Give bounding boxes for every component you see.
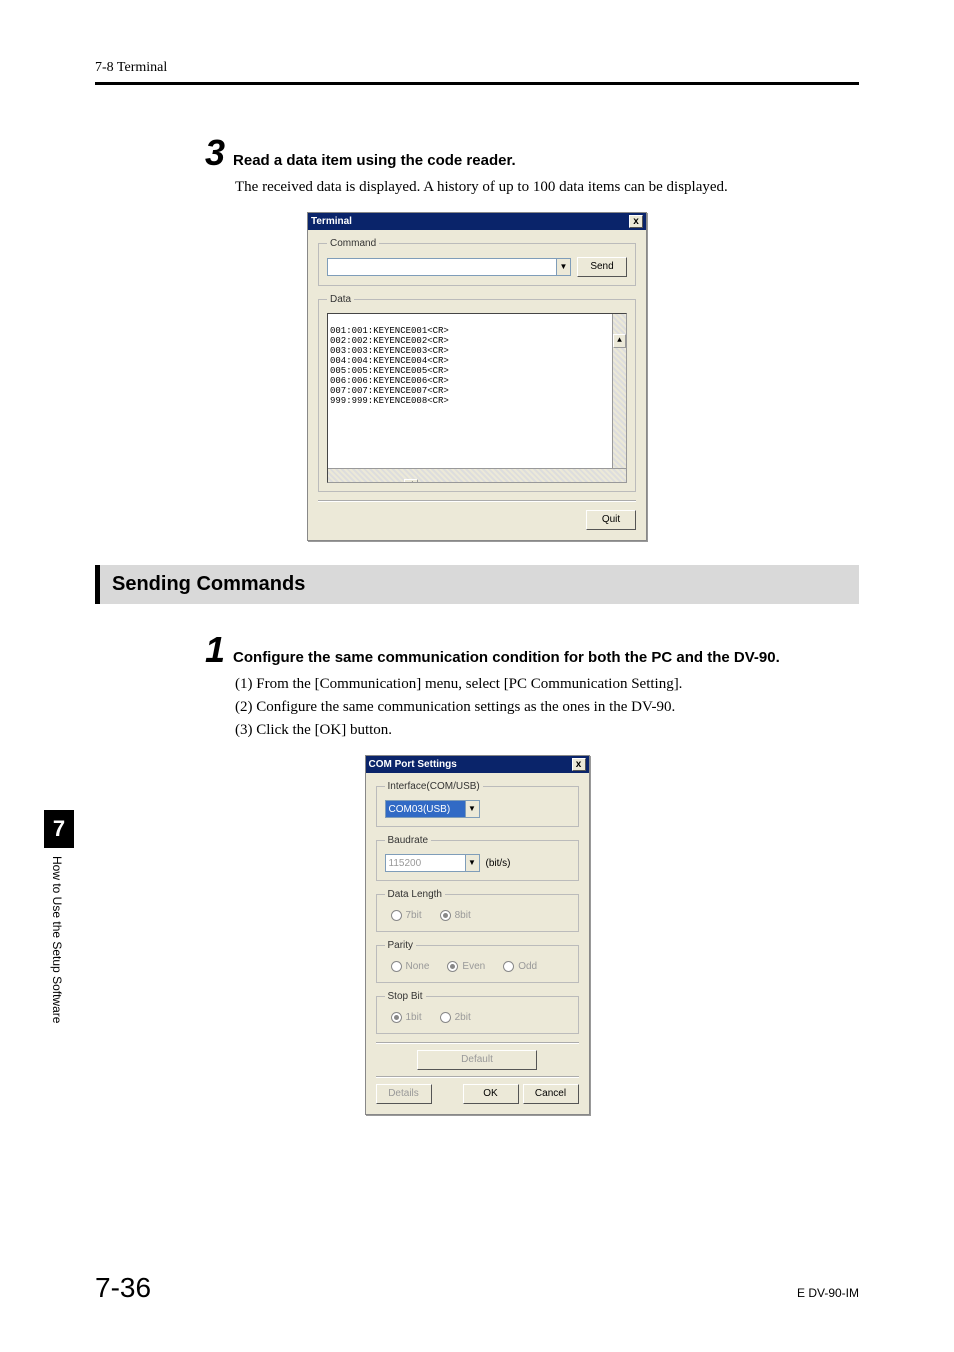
step-1-line-2: (2) Configure the same communication set… — [235, 697, 849, 718]
quit-button[interactable]: Quit — [586, 510, 636, 530]
chevron-down-icon[interactable]: ▼ — [556, 259, 570, 275]
header-rule — [95, 82, 859, 85]
interface-value: COM03(USB) — [389, 804, 451, 815]
close-icon[interactable]: x — [629, 215, 643, 228]
step-3-title: Read a data item using the code reader. — [233, 152, 516, 169]
step-1-line-3: (3) Click the [OK] button. — [235, 720, 849, 741]
running-head: 7-8 Terminal — [95, 60, 859, 76]
parity-none-radio[interactable]: None — [391, 961, 430, 972]
step-number-3: 3 — [205, 135, 225, 171]
parity-odd-radio[interactable]: Odd — [503, 961, 537, 972]
datalength-7bit-radio[interactable]: 7bit — [391, 910, 422, 921]
com-dialog-title: COM Port Settings — [369, 759, 457, 770]
vertical-scrollbar[interactable]: ▲ — [612, 314, 626, 468]
datalength-legend: Data Length — [385, 889, 446, 900]
step-number-1: 1 — [205, 632, 225, 668]
command-legend: Command — [327, 238, 379, 249]
data-listbox[interactable]: 001:001:KEYENCE001<CR> 002:002:KEYENCE00… — [327, 313, 627, 483]
baudrate-legend: Baudrate — [385, 835, 432, 846]
terminal-title: Terminal — [311, 216, 352, 227]
horizontal-scrollbar[interactable]: ◄ ► — [328, 468, 626, 482]
chevron-down-icon[interactable]: ▼ — [465, 801, 479, 817]
send-button[interactable]: Send — [577, 257, 627, 277]
default-button[interactable]: Default — [417, 1050, 537, 1070]
data-legend: Data — [327, 294, 354, 305]
data-lines: 001:001:KEYENCE001<CR> 002:002:KEYENCE00… — [330, 326, 449, 406]
baudrate-combobox[interactable]: 115200 ▼ — [385, 854, 480, 872]
stopbit-1-radio[interactable]: 1bit — [391, 1012, 422, 1023]
step-1-line-1: (1) From the [Communication] menu, selec… — [235, 674, 849, 695]
parity-even-radio[interactable]: Even — [447, 961, 485, 972]
com-port-settings-dialog: COM Port Settings x Interface(COM/USB) C… — [365, 755, 590, 1115]
chapter-tab: 7 — [44, 810, 74, 848]
chevron-down-icon[interactable]: ▼ — [465, 855, 479, 871]
baudrate-value: 115200 — [389, 858, 422, 869]
page-number: 7-36 — [95, 1272, 151, 1304]
scroll-left-icon[interactable]: ◄ — [404, 479, 418, 483]
terminal-dialog: Terminal x Command ▼ Send Data — [307, 212, 647, 541]
details-button[interactable]: Details — [376, 1084, 432, 1104]
datalength-8bit-radio[interactable]: 8bit — [440, 910, 471, 921]
close-icon[interactable]: x — [572, 758, 586, 771]
cancel-button[interactable]: Cancel — [523, 1084, 579, 1104]
chapter-caption: How to Use the Setup Software — [44, 856, 64, 1023]
step-1-title: Configure the same communication conditi… — [233, 649, 780, 666]
stopbit-legend: Stop Bit — [385, 991, 426, 1002]
scroll-up-icon[interactable]: ▲ — [613, 334, 626, 348]
ok-button[interactable]: OK — [463, 1084, 519, 1104]
stopbit-2-radio[interactable]: 2bit — [440, 1012, 471, 1023]
document-id: E DV-90-IM — [797, 1286, 859, 1300]
section-heading-sending-commands: Sending Commands — [95, 565, 859, 604]
interface-combobox[interactable]: COM03(USB) ▼ — [385, 800, 480, 818]
interface-legend: Interface(COM/USB) — [385, 781, 483, 792]
parity-legend: Parity — [385, 940, 417, 951]
step-3-body: The received data is displayed. A histor… — [235, 177, 849, 198]
command-combobox[interactable]: ▼ — [327, 258, 571, 276]
baudrate-unit: (bit/s) — [486, 858, 511, 869]
